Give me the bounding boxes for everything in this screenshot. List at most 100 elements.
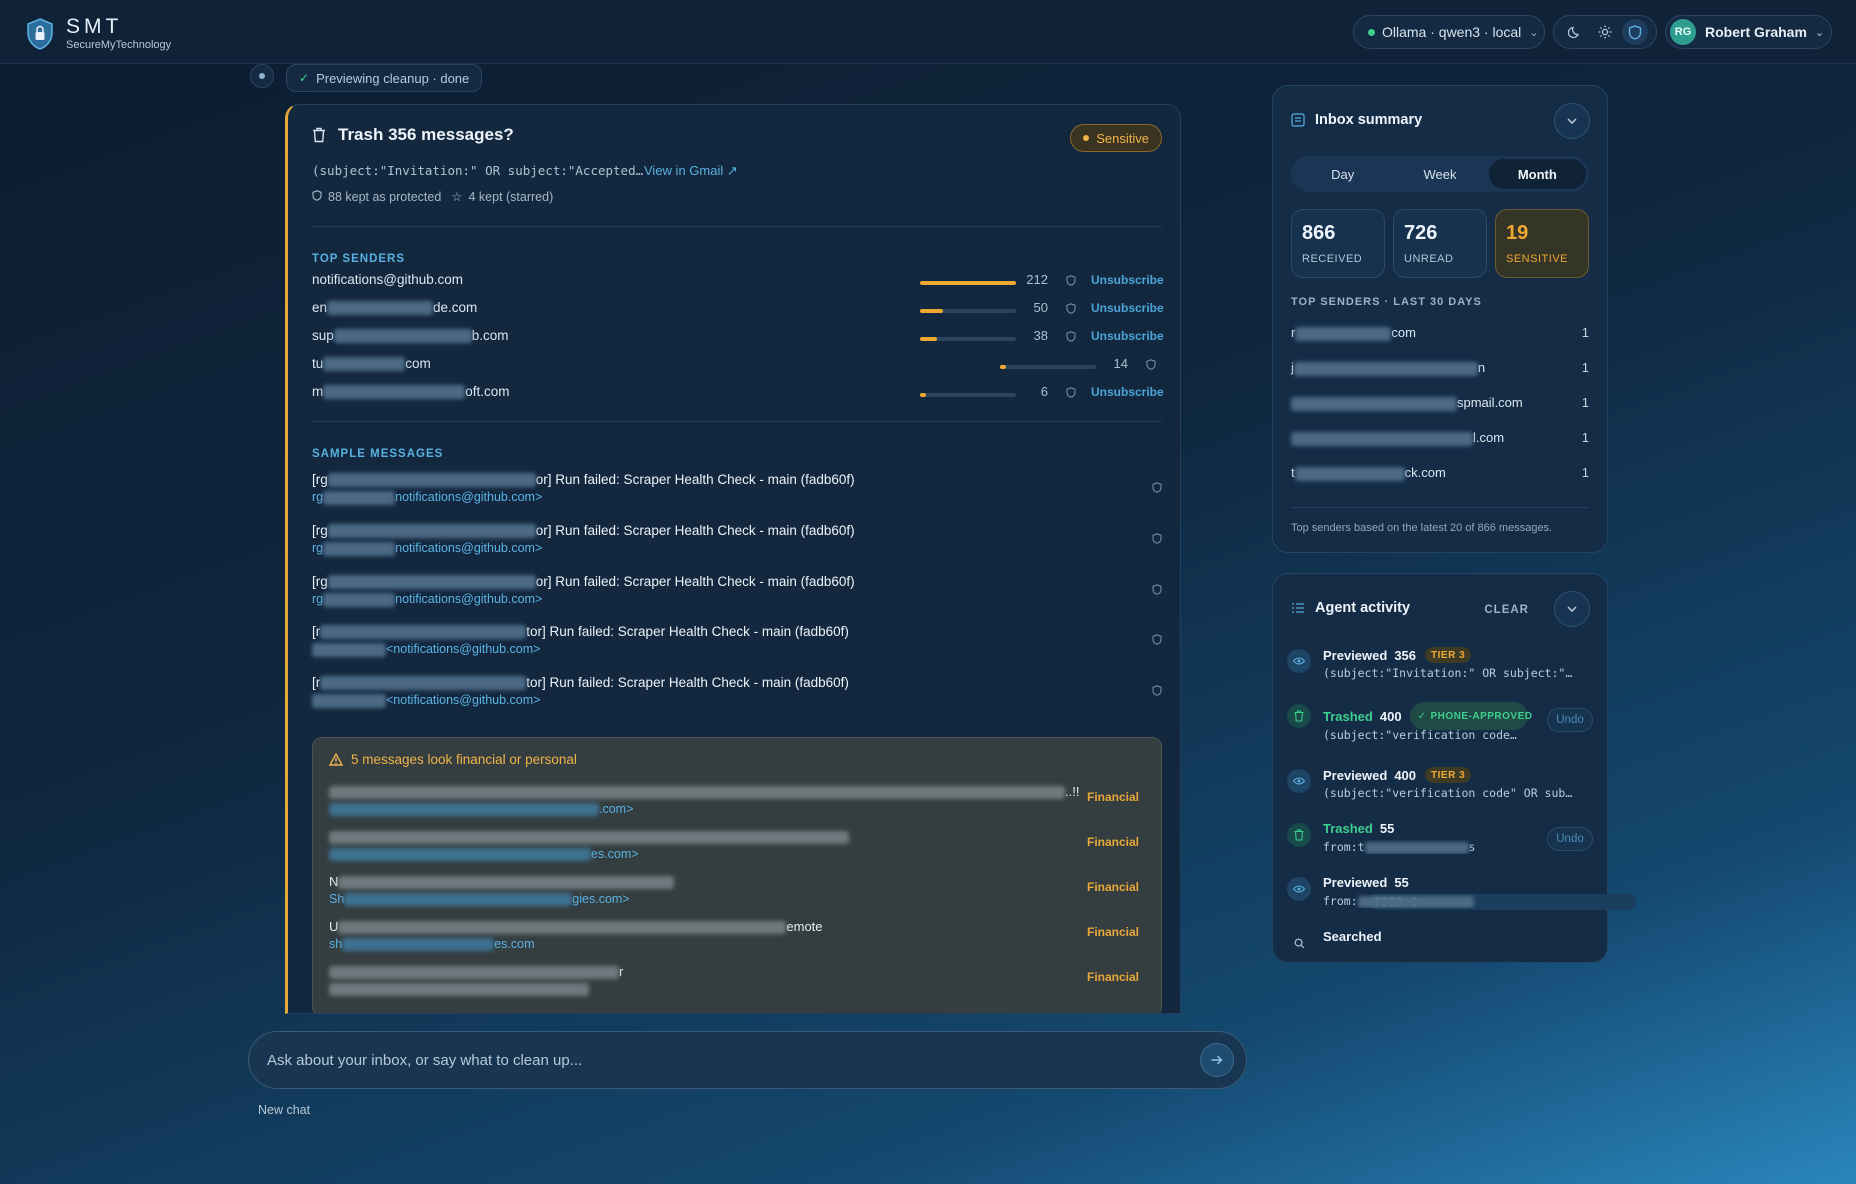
tab-month[interactable]: Month <box>1488 159 1586 189</box>
sun-icon[interactable] <box>1592 19 1618 45</box>
sender-row: m oft.com 6 Unsubscribe <box>312 384 1164 404</box>
protect-shield-icon[interactable] <box>1152 683 1162 701</box>
panel-title: Inbox summary <box>1291 112 1422 128</box>
top-senders-label: TOP SENDERS <box>312 253 406 265</box>
list-item[interactable]: Uemote sh es.com Financial <box>329 919 1147 953</box>
warning-title: 5 messages look financial or personal <box>329 752 577 767</box>
list-item[interactable]: t ck.com 1 <box>1291 465 1589 485</box>
top-senders-label: TOP SENDERS · LAST 30 DAYS <box>1291 296 1482 308</box>
message-sender: <notifications@github.com> <box>312 693 1162 709</box>
user-name: Robert Graham <box>1705 24 1807 40</box>
list-item[interactable]: [rg or] Run failed: Scraper Health Check … <box>312 523 1162 557</box>
list-item[interactable]: [rg or] Run failed: Scraper Health Check … <box>312 472 1162 506</box>
period-tabs: Day Week Month <box>1291 156 1589 192</box>
chat-input[interactable] <box>267 1051 1200 1069</box>
protect-shield-icon[interactable] <box>1146 358 1156 373</box>
theme-toggle-group <box>1553 15 1657 49</box>
list-item[interactable]: es.com> Financial <box>329 829 1147 863</box>
star-icon: ☆ <box>451 190 463 204</box>
list-item[interactable]: [rg or] Run failed: Scraper Health Check … <box>312 574 1162 608</box>
shield-theme-icon[interactable] <box>1622 19 1648 45</box>
sender-row: sup b.com 38 Unsubscribe <box>312 328 1164 348</box>
tab-day[interactable]: Day <box>1294 159 1391 189</box>
unsubscribe-button[interactable]: Unsubscribe <box>1091 301 1164 315</box>
undo-button[interactable]: Undo <box>1547 827 1593 851</box>
list-item[interactable]: [r tor] Run failed: Scraper Health Check … <box>312 624 1162 658</box>
sender-name: en de.com <box>312 300 478 316</box>
status-label: Previewing cleanup · done <box>316 70 470 86</box>
list-item[interactable]: N Sh gies.com> Financial <box>329 874 1147 908</box>
status-dot <box>1368 28 1375 36</box>
shield-icon <box>312 189 322 204</box>
eye-icon <box>1287 877 1311 901</box>
sender-count: 50 <box>1033 300 1048 315</box>
message-subject: [rg or] Run failed: Scraper Health Check … <box>312 574 855 590</box>
app-title: SMT <box>66 15 123 38</box>
volume-bar <box>920 337 1016 341</box>
sender-row: tu com 14 <box>312 356 1162 376</box>
tab-week[interactable]: Week <box>1391 159 1488 189</box>
volume-bar-fill <box>920 309 943 313</box>
list-item[interactable]: r Financial <box>329 964 1147 998</box>
chat-input-bar <box>248 1031 1247 1089</box>
volume-bar <box>920 393 1016 397</box>
undo-button[interactable]: Undo <box>1547 708 1593 732</box>
financial-tag: Financial <box>1086 790 1139 804</box>
collapse-button[interactable] <box>1554 591 1590 627</box>
protect-shield-icon[interactable] <box>1152 582 1162 600</box>
view-in-gmail-link[interactable]: View in Gmail ↗ <box>644 163 738 179</box>
protect-shield-icon[interactable] <box>1152 531 1162 549</box>
list-item[interactable]: l.com 1 <box>1291 430 1589 450</box>
inbox-summary-panel: Inbox summary Day Week Month 866 RECEIVED… <box>1272 85 1608 553</box>
user-menu[interactable]: RG Robert Graham ⌄ <box>1665 15 1832 49</box>
check-icon: ✓ <box>299 71 310 85</box>
trash-icon <box>313 127 325 143</box>
protect-shield-icon[interactable] <box>1066 386 1076 401</box>
new-chat-link[interactable]: New chat <box>258 1103 310 1117</box>
chevron-down-icon: ⌄ <box>1529 26 1539 39</box>
model-selector[interactable]: Ollama · qwen3 · local ⌄ <box>1353 15 1545 49</box>
agent-status-icon[interactable] <box>250 64 274 88</box>
cleanup-preview-card: Trash 356 messages? Sensitive (subject:"… <box>285 104 1181 1014</box>
protect-shield-icon[interactable] <box>1152 632 1162 650</box>
kept-summary: 88 kept as protected ☆ 4 kept (starred) <box>312 189 559 204</box>
message-sender: rg notifications@github.com> <box>312 490 543 506</box>
protect-shield-icon[interactable] <box>1152 480 1162 498</box>
list-item[interactable]: [r tor] Run failed: Scraper Health Check … <box>312 675 1162 709</box>
financial-warning-box: 5 messages look financial or personal ..… <box>312 737 1162 1013</box>
financial-tag: Financial <box>1086 835 1139 849</box>
eye-icon <box>1287 649 1311 673</box>
unsubscribe-button[interactable]: Unsubscribe <box>1091 329 1164 343</box>
sample-messages-label: SAMPLE MESSAGES <box>312 448 444 460</box>
app-logo[interactable]: SMT SecureMyTechnology <box>26 16 171 51</box>
sensitive-badge: Sensitive <box>1070 124 1162 152</box>
list-item[interactable]: r com 1 <box>1291 325 1589 345</box>
financial-tag: Financial <box>1086 970 1139 984</box>
list-item[interactable]: spmail.com 1 <box>1291 395 1589 415</box>
status-chip: ✓ Previewing cleanup · done <box>286 64 483 92</box>
send-button[interactable] <box>1200 1043 1234 1077</box>
sender-count: 6 <box>1040 384 1048 399</box>
clear-button[interactable]: CLEAR <box>1484 604 1529 616</box>
shield-logo-icon <box>27 17 53 50</box>
volume-bar-fill <box>920 281 1016 285</box>
divider <box>312 226 1162 227</box>
eye-icon <box>1287 769 1311 793</box>
unsubscribe-button[interactable]: Unsubscribe <box>1091 273 1164 287</box>
protect-shield-icon[interactable] <box>1066 302 1076 317</box>
unsubscribe-button[interactable]: Unsubscribe <box>1091 385 1164 399</box>
model-label: Ollama · qwen3 · local <box>1382 24 1522 40</box>
financial-tag: Financial <box>1086 925 1139 939</box>
list-item[interactable]: ..!! .com> Financial <box>329 784 1147 818</box>
protect-shield-icon[interactable] <box>1066 274 1076 289</box>
message-subject: [rg or] Run failed: Scraper Health Check … <box>312 523 855 539</box>
message-sender: rg notifications@github.com> <box>312 592 543 608</box>
summary-footnote: Top senders based on the latest 20 of 86… <box>1291 522 1553 534</box>
collapse-button[interactable] <box>1554 103 1590 139</box>
top-bar: SMT SecureMyTechnology Ollama · qwen3 · … <box>0 0 1856 64</box>
list-icon <box>1291 113 1305 127</box>
list-item[interactable]: jn1 <box>1291 360 1589 380</box>
moon-icon[interactable] <box>1562 19 1588 45</box>
sender-name: m oft.com <box>312 384 510 400</box>
protect-shield-icon[interactable] <box>1066 330 1076 345</box>
